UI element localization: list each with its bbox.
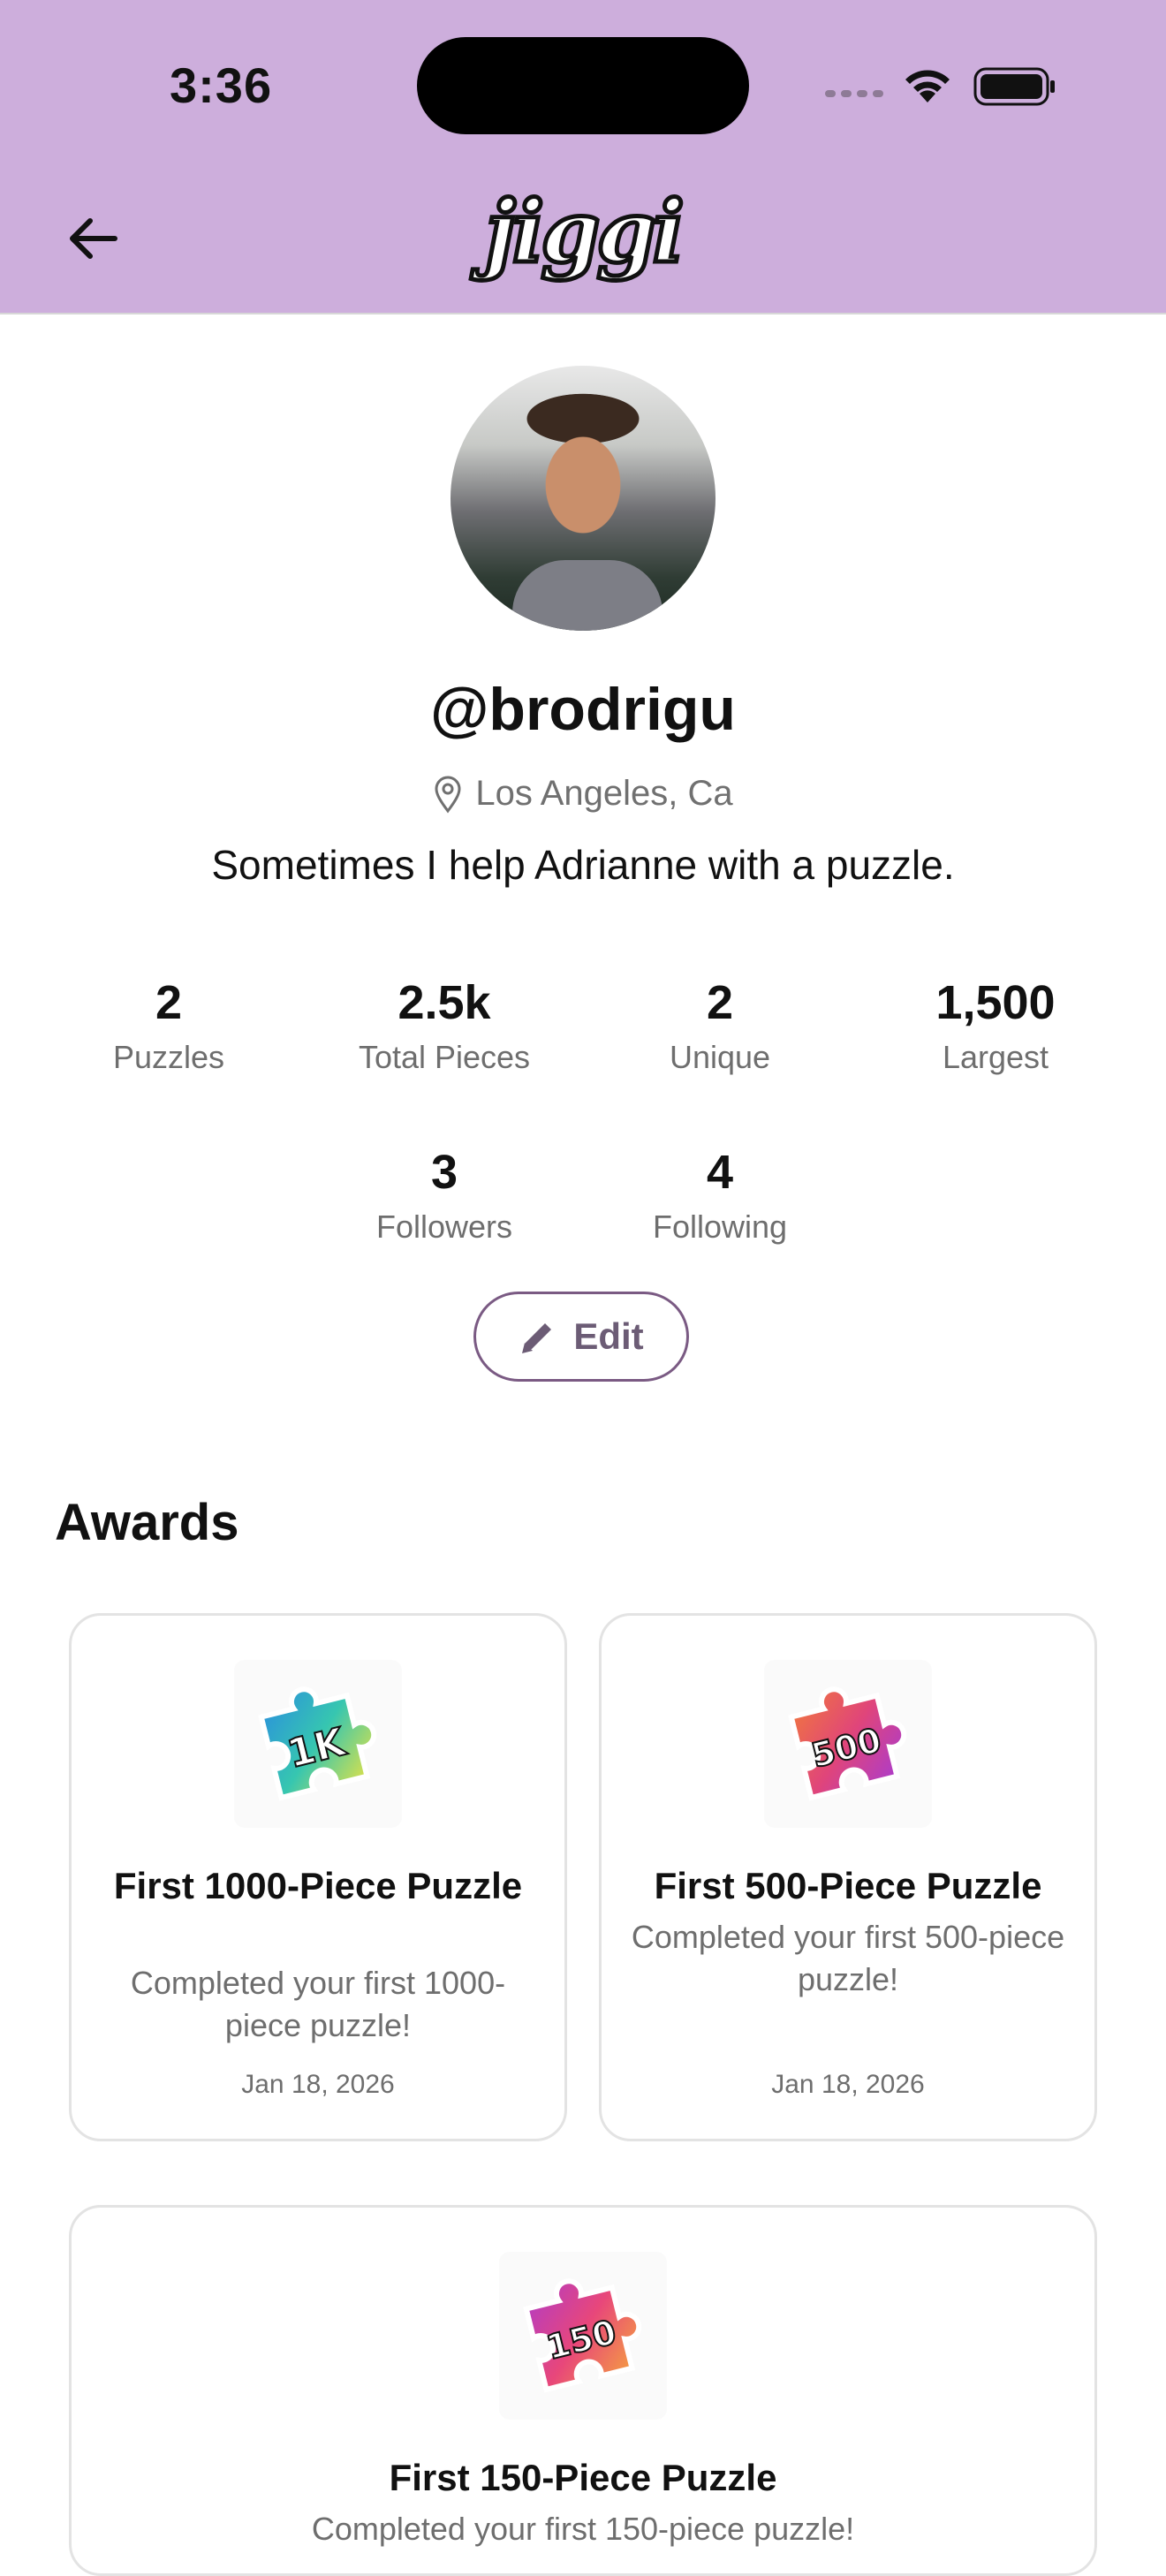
stat-value: 1,500 — [935, 976, 1056, 1029]
pencil-icon — [522, 1323, 552, 1353]
stat-followers[interactable]: 3 Followers — [307, 1145, 582, 1246]
profile-avatar — [450, 366, 716, 631]
stat-label: Unique — [669, 1039, 771, 1075]
profile-username: @brodrigu — [430, 676, 736, 743]
location-pin-icon — [435, 776, 461, 814]
jiggi-logo: jiggi — [483, 179, 687, 284]
stat-value: 4 — [706, 1146, 734, 1199]
back-arrow-icon[interactable] — [62, 207, 132, 269]
wifi-icon — [905, 70, 950, 102]
stat-largest: 1,500 Largest — [858, 975, 1133, 1076]
award-card-1k[interactable]: 1K First 1000-Piece Puzzle Completed you… — [69, 1613, 567, 2141]
award-badge: 500 — [764, 1660, 932, 1828]
profile-location: Los Angeles, Ca — [0, 774, 1166, 814]
puzzle-piece-icon: 500 — [788, 1686, 907, 1801]
stat-puzzles: 2 Puzzles — [31, 975, 307, 1076]
award-title: First 500-Piece Puzzle — [654, 1865, 1042, 1906]
profile-bio: Sometimes I help Adrianne with a puzzle. — [211, 842, 955, 888]
stat-unique: 2 Unique — [582, 975, 858, 1076]
puzzle-piece-icon: 150 — [523, 2278, 642, 2393]
status-time: 3:36 — [170, 57, 273, 113]
award-description: Completed your first 150-piece puzzle! — [311, 2511, 855, 2547]
stat-value: 2.5k — [398, 976, 491, 1029]
battery-icon — [973, 67, 1055, 106]
award-date: Jan 18, 2026 — [771, 2070, 925, 2099]
award-title: First 150-Piece Puzzle — [389, 2457, 777, 2498]
award-description: Completed your first 500-piece puzzle! — [631, 1919, 1065, 1997]
awards-heading: Awards — [55, 1494, 239, 1551]
edit-label: Edit — [573, 1315, 644, 1357]
award-date: Jan 18, 2026 — [241, 2070, 395, 2099]
stat-value: 2 — [155, 976, 183, 1029]
location-text: Los Angeles, Ca — [475, 774, 733, 813]
dynamic-island — [417, 37, 749, 134]
stat-value: 2 — [706, 976, 734, 1029]
award-title: First 1000-Piece Puzzle — [113, 1865, 523, 1906]
stat-label: Following — [652, 1208, 788, 1245]
stat-value: 3 — [430, 1146, 458, 1199]
app-header: 3:36 jiggi — [0, 0, 1166, 314]
stat-label: Puzzles — [112, 1039, 225, 1075]
stat-label: Total Pieces — [358, 1039, 531, 1075]
award-description: Completed your first 1000-piece puzzle! — [130, 1965, 506, 2043]
stat-label: Followers — [375, 1208, 513, 1245]
stat-label: Largest — [942, 1039, 1049, 1075]
stat-following[interactable]: 4 Following — [582, 1145, 858, 1246]
award-badge: 1K — [234, 1660, 402, 1828]
edit-profile-button[interactable]: Edit — [473, 1292, 689, 1382]
award-badge: 150 — [499, 2252, 667, 2420]
status-icons — [825, 64, 1064, 108]
signal-icon — [825, 90, 883, 97]
award-card-500[interactable]: 500 First 500-Piece Puzzle Completed you… — [599, 1613, 1097, 2141]
stat-total-pieces: 2.5k Total Pieces — [307, 975, 582, 1076]
puzzle-piece-icon: 1K — [258, 1686, 377, 1801]
award-card-150[interactable]: 150 First 150-Piece Puzzle Completed you… — [69, 2205, 1097, 2576]
